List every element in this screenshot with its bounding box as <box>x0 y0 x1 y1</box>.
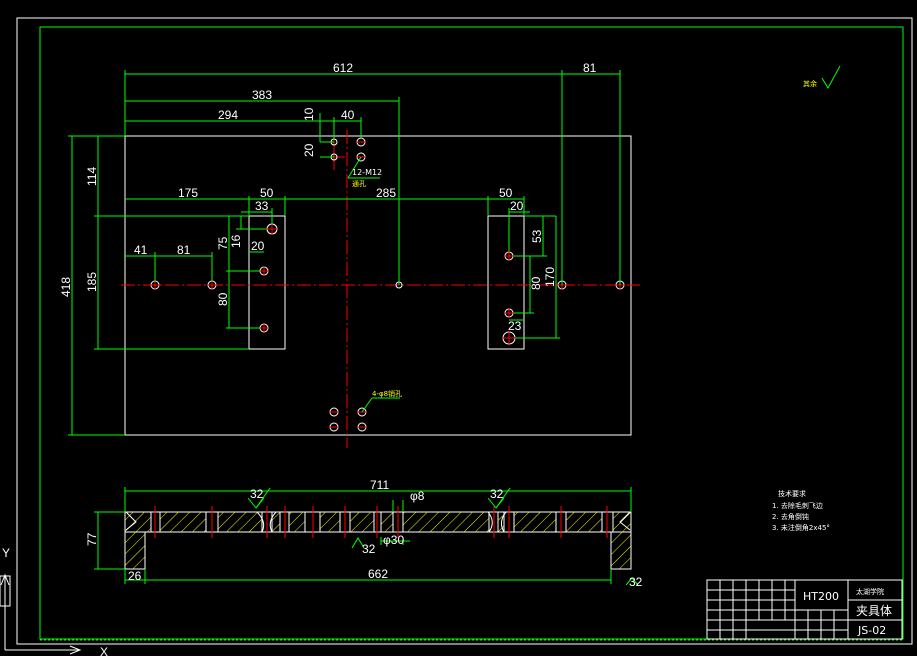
dim-662: 662 <box>368 567 388 581</box>
title-school: 太湖学院 <box>856 587 884 596</box>
tech-item-2: 2. 去角倒钝 <box>772 512 809 521</box>
section-hatch <box>125 512 631 569</box>
dim-40: 40 <box>341 108 355 122</box>
section-dimension-lines <box>94 487 639 586</box>
dim-20-left: 20 <box>251 239 265 253</box>
dim-50-left: 50 <box>260 186 274 200</box>
dim-32-mid: 32 <box>362 542 376 556</box>
title-drawing-no: JS-02 <box>857 624 886 637</box>
ucs-x-label: X <box>100 645 108 656</box>
dim-20: 20 <box>302 143 316 157</box>
pocket-left <box>248 215 286 350</box>
dim-80-left: 80 <box>216 292 230 306</box>
dim-711: 711 <box>370 478 389 492</box>
dim-285: 285 <box>376 186 396 200</box>
surface-roughness-mark: 其余 <box>803 65 841 90</box>
tech-item-3: 3. 未注倒角2x45° <box>772 523 830 532</box>
cad-drawing-canvas[interactable]: 612 81 383 294 10 40 20 12-M12 通孔 418 11… <box>0 0 917 656</box>
tech-title: 技术要求 <box>778 489 806 498</box>
dim-32-right: 32 <box>490 487 504 501</box>
tech-requirements: 技术要求 1. 去除毛刺飞边 2. 去角倒钝 3. 未注倒角2x45° <box>772 489 830 532</box>
note-pin-holes: 4-φ8销孔 <box>372 389 402 398</box>
dim-294: 294 <box>218 108 238 122</box>
dim-53: 53 <box>530 229 544 243</box>
dim-16: 16 <box>229 234 243 248</box>
dim-612: 612 <box>333 61 353 75</box>
tech-item-1: 1. 去除毛刺飞边 <box>772 501 823 510</box>
dimension-lines <box>68 70 621 436</box>
dim-10: 10 <box>302 107 316 121</box>
section-dimension-texts: 711 φ8 32 32 77 26 662 φ30 32 32 <box>85 478 643 589</box>
dim-80-right: 80 <box>529 276 543 290</box>
dim-23: 23 <box>508 319 522 333</box>
dim-81-top: 81 <box>583 61 597 75</box>
title-part-name: 夹具体 <box>856 604 892 618</box>
dim-33: 33 <box>255 199 269 213</box>
dim-114: 114 <box>85 167 99 186</box>
top-view: 612 81 383 294 10 40 20 12-M12 通孔 418 11… <box>59 61 640 448</box>
dim-418: 418 <box>59 277 73 297</box>
title-material: HT200 <box>803 590 839 603</box>
dim-phi8: φ8 <box>410 489 425 503</box>
dim-50-right: 50 <box>499 186 513 200</box>
dim-20-right: 20 <box>510 199 524 213</box>
dim-77: 77 <box>85 532 99 546</box>
dim-41: 41 <box>134 243 148 257</box>
dim-75: 75 <box>216 236 230 250</box>
note-tapped-sub: 通孔 <box>352 179 366 188</box>
drawing-frame <box>16 17 913 645</box>
top-view-dimension-texts: 612 81 383 294 10 40 20 12-M12 通孔 418 11… <box>59 61 597 398</box>
dim-r32-left: 32 <box>250 487 264 501</box>
dim-185: 185 <box>85 272 99 292</box>
surface-mark-text: 其余 <box>803 79 817 88</box>
dim-26: 26 <box>128 569 142 583</box>
dim-phi30: φ30 <box>383 533 404 547</box>
dim-175: 175 <box>178 186 198 200</box>
dim-81-mid: 81 <box>177 243 191 257</box>
dim-32-bottom-right: 32 <box>629 575 643 589</box>
section-view: 711 φ8 32 32 77 26 662 φ30 32 32 <box>85 478 643 589</box>
ucs-y-label: Y <box>2 546 10 560</box>
dim-170: 170 <box>543 267 557 287</box>
dim-383: 383 <box>252 88 272 102</box>
note-12-m12: 12-M12 <box>352 168 382 177</box>
